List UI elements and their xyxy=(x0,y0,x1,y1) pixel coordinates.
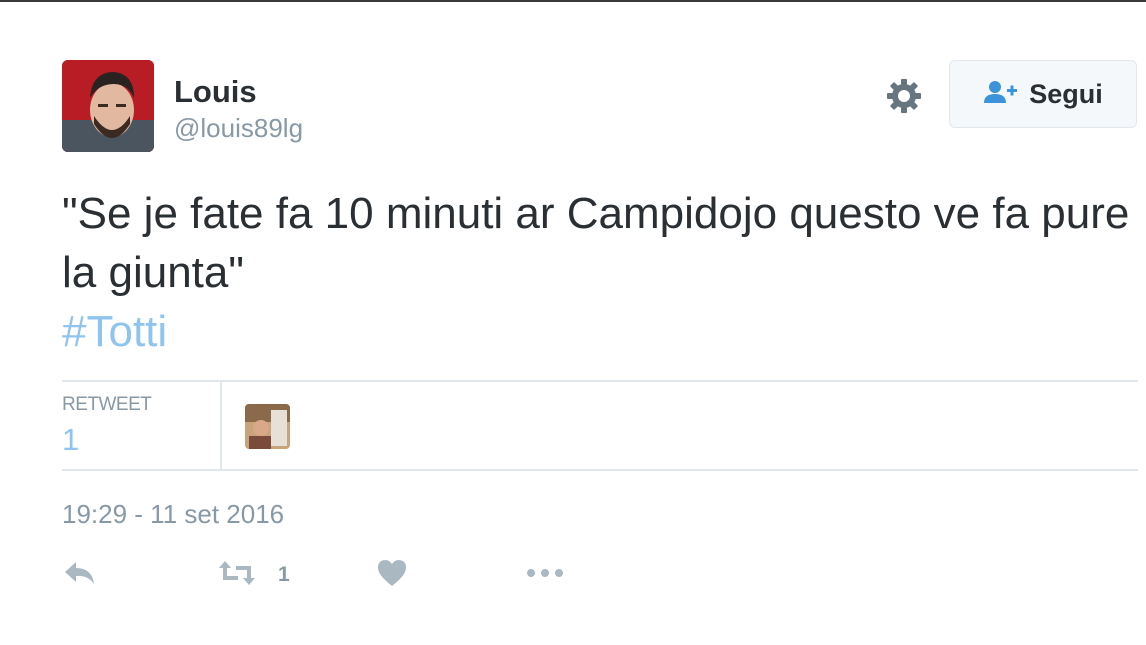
follow-button-label: Segui xyxy=(1029,78,1103,109)
retweet-stat-label: RETWEET xyxy=(62,394,152,415)
reply-icon xyxy=(64,560,96,591)
user-display-name[interactable]: Louis xyxy=(174,74,257,110)
tweet-timestamp[interactable]: 19:29 - 11 set 2016 xyxy=(62,499,284,530)
retweet-icon xyxy=(218,560,256,591)
user-handle[interactable]: @louis89lg xyxy=(174,113,303,144)
top-border xyxy=(0,0,1146,2)
retweet-button[interactable]: 1 xyxy=(218,558,290,592)
like-button[interactable] xyxy=(377,558,407,592)
reply-button[interactable] xyxy=(64,558,96,592)
heart-icon xyxy=(377,559,407,592)
follow-button[interactable]: Segui xyxy=(949,60,1137,128)
retweet-stat-count[interactable]: 1 xyxy=(62,422,79,458)
tweet-text: "Se je fate fa 10 minuti ar Campidojo qu… xyxy=(62,189,1142,297)
retweeter-avatar[interactable] xyxy=(245,404,290,449)
retweet-action-count: 1 xyxy=(278,563,290,586)
gear-icon[interactable] xyxy=(884,76,924,116)
more-icon xyxy=(526,566,564,584)
hashtag-link[interactable]: #Totti xyxy=(62,302,167,361)
add-user-icon xyxy=(983,79,1019,110)
more-button[interactable] xyxy=(526,558,564,592)
stats-divider xyxy=(220,382,222,469)
tweet-stats: RETWEET 1 xyxy=(62,380,1138,471)
user-avatar[interactable] xyxy=(62,60,154,152)
